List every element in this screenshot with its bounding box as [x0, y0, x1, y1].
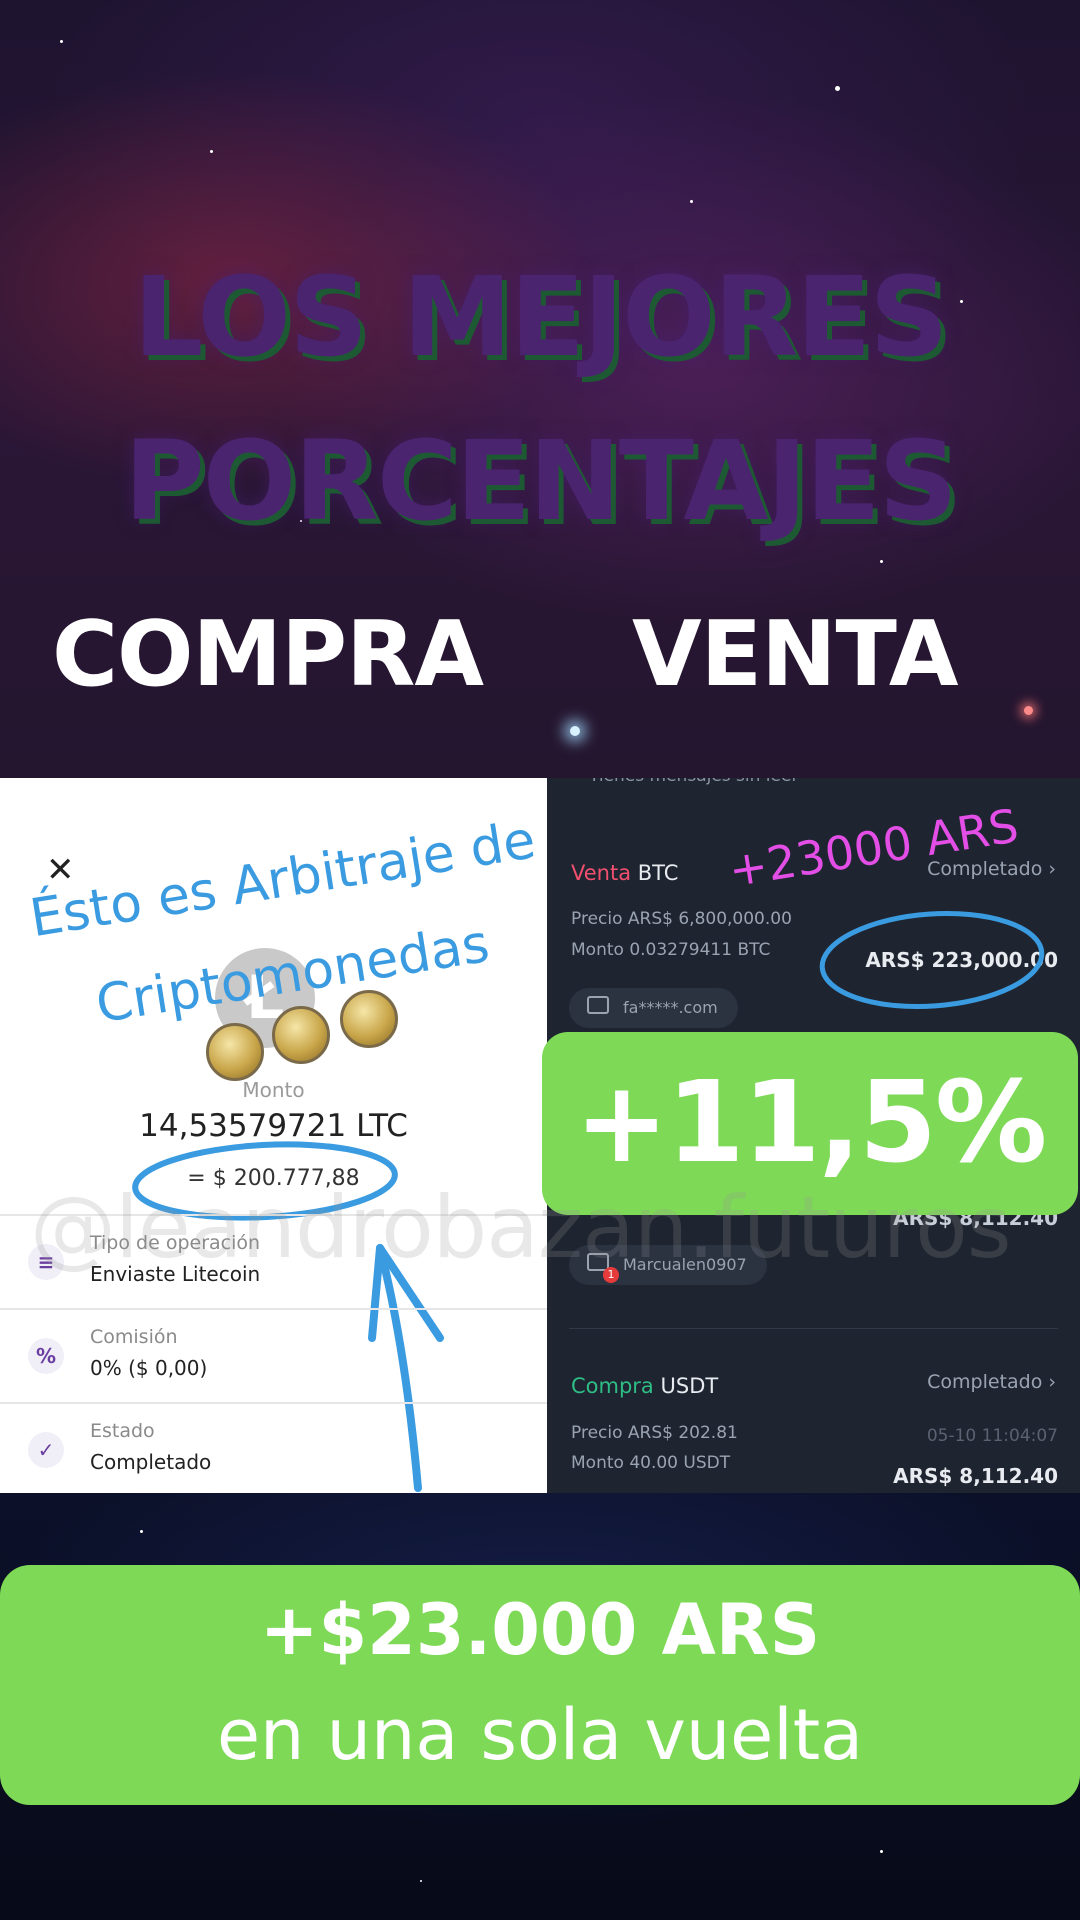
- star: [880, 560, 883, 563]
- star: [880, 1850, 883, 1853]
- headline-line2: PORCENTAJES: [124, 417, 958, 545]
- buy-amount: Monto 40.00 USDT: [571, 1453, 731, 1473]
- star: [690, 200, 693, 203]
- profit-caption: en una sola vuelta: [216, 1694, 864, 1776]
- detail-value: Completado: [90, 1450, 212, 1474]
- buy-total: ARS$ 8,112.40: [893, 1464, 1058, 1488]
- check-circle-icon: ✓: [28, 1432, 64, 1468]
- percent-icon: %: [28, 1338, 64, 1374]
- buy-column-label: COMPRA: [52, 602, 484, 707]
- buy-side-label: Compra: [571, 1374, 654, 1398]
- buy-status-text: Completado: [927, 1371, 1043, 1393]
- detail-value: 0% ($ 0,00): [90, 1356, 208, 1380]
- profit-summary-banner: +$23.000 ARS en una sola vuelta: [0, 1565, 1080, 1805]
- profit-amount: +$23.000 ARS: [259, 1589, 821, 1671]
- divider: [569, 1328, 1058, 1329]
- headline-line1: LOS MEJORES: [133, 253, 948, 381]
- detail-label: Estado: [90, 1420, 155, 1442]
- sell-column-label: VENTA: [632, 602, 959, 707]
- star: [835, 86, 840, 91]
- chevron-right-icon: ›: [1048, 1371, 1056, 1393]
- watermark: @leandrobazan.futuros: [30, 1178, 1012, 1278]
- detail-row-status: ✓ Estado Completado: [0, 1402, 547, 1493]
- star: [210, 150, 213, 153]
- wallet-transaction-panel: ✕ Ł Ésto es Arbitraje de Criptomonedas M…: [0, 778, 547, 1493]
- star: [570, 726, 580, 736]
- detail-row-commission: % Comisión 0% ($ 0,00): [0, 1308, 547, 1402]
- buy-price: Precio ARS$ 202.81: [571, 1423, 738, 1443]
- buy-order-title[interactable]: Compra USDT: [571, 1374, 718, 1398]
- buy-timestamp: 05-10 11:04:07: [926, 1426, 1058, 1446]
- buy-asset-label: USDT: [660, 1374, 719, 1398]
- star: [140, 1530, 143, 1533]
- star: [1024, 706, 1033, 715]
- buy-order-status[interactable]: Completado ›: [927, 1371, 1056, 1393]
- detail-label: Comisión: [90, 1326, 178, 1348]
- star: [420, 1880, 422, 1882]
- star: [60, 40, 63, 43]
